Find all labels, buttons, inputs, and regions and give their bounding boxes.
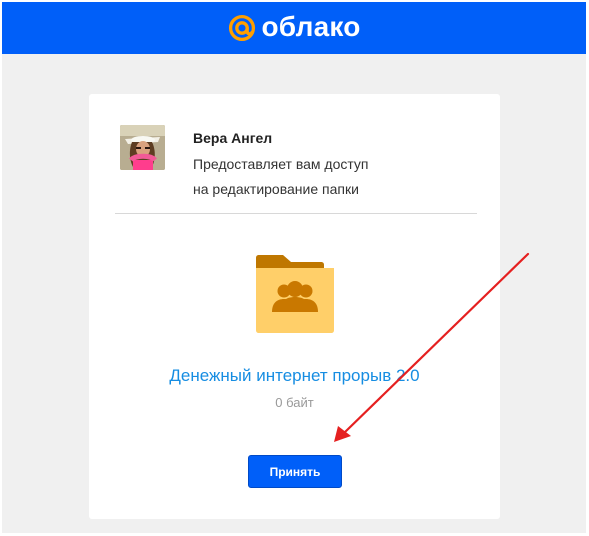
cloud-logo[interactable]: облако <box>227 13 360 43</box>
at-sign-icon <box>229 14 256 42</box>
page-frame: облако Вера Ангел Предоставляет вам дост… <box>2 2 586 533</box>
sender-name: Вера Ангел <box>193 130 273 146</box>
divider <box>115 213 477 214</box>
logo-text: облако <box>261 11 361 42</box>
share-description-line-1: Предоставляет вам доступ <box>193 156 369 172</box>
avatar <box>120 125 165 170</box>
share-info: Вера Ангел Предоставляет вам доступ на р… <box>120 125 450 197</box>
share-card: Вера Ангел Предоставляет вам доступ на р… <box>89 94 500 519</box>
folder-name-link[interactable]: Денежный интернет прорыв 2.0 <box>89 366 500 386</box>
header: облако <box>2 2 586 54</box>
share-description-line-2: на редактирование папки <box>193 181 359 197</box>
accept-button[interactable]: Принять <box>248 455 342 488</box>
shared-folder-icon <box>256 255 334 333</box>
folder-size: 0 байт <box>275 395 314 410</box>
share-description: Предоставляет вам доступ на редактирован… <box>193 152 423 202</box>
